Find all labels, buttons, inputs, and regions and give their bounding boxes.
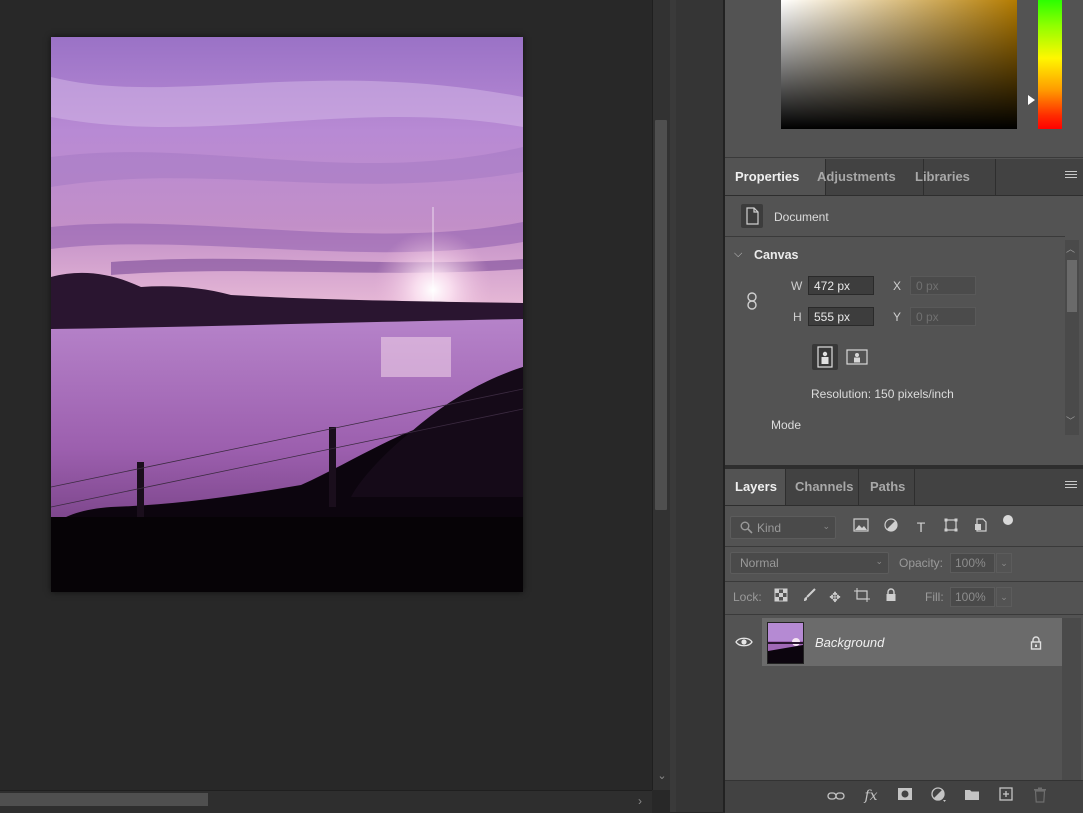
shape-layer-filter-icon[interactable] xyxy=(942,518,960,536)
landscape-orientation-icon[interactable] xyxy=(846,348,868,366)
scroll-down-arrow-icon[interactable]: ⌄ xyxy=(654,768,670,784)
width-label: W xyxy=(791,279,803,293)
add-mask-icon[interactable] xyxy=(895,787,915,805)
resolution-text: Resolution: 150 pixels/inch xyxy=(811,387,954,401)
chevron-down-icon: ⌄ xyxy=(875,556,883,566)
width-field[interactable]: 472 px xyxy=(808,276,874,295)
fill-label: Fill: xyxy=(925,590,944,604)
pixel-layer-filter-icon[interactable] xyxy=(852,518,870,536)
layer-row-background[interactable] xyxy=(762,618,1062,666)
y-label: Y xyxy=(893,310,902,324)
scroll-down-arrow-icon[interactable]: ﹀ xyxy=(1066,414,1075,427)
properties-scroll-thumb[interactable] xyxy=(1067,260,1077,312)
sunset-lake-photo xyxy=(51,37,523,592)
layer-lock-icon xyxy=(1029,635,1043,651)
divider xyxy=(725,546,1083,547)
smart-object-filter-icon[interactable] xyxy=(972,518,990,536)
opacity-label: Opacity: xyxy=(899,556,944,570)
layer-thumbnail[interactable] xyxy=(767,622,804,664)
link-dimensions-icon[interactable] xyxy=(746,291,758,314)
opacity-field[interactable]: 100% xyxy=(950,553,995,573)
type-layer-filter-icon[interactable]: T xyxy=(912,518,930,536)
x-label: X xyxy=(893,279,902,293)
scroll-right-arrow-icon[interactable]: › xyxy=(632,793,648,809)
tab-paths[interactable]: Paths xyxy=(860,469,915,505)
fill-field[interactable]: 100% xyxy=(950,587,995,607)
layer-style-fx-icon[interactable]: fx xyxy=(861,787,881,805)
panel-menu-icon[interactable] xyxy=(1065,171,1077,181)
layers-tab-bar: Layers Channels Paths xyxy=(725,469,1083,506)
fill-dropdown-icon[interactable]: ⌄ xyxy=(996,587,1012,607)
height-field[interactable]: 555 px xyxy=(808,307,874,326)
visibility-eye-icon[interactable] xyxy=(735,635,753,649)
layers-scrollbar[interactable] xyxy=(1062,618,1081,780)
canvas-vertical-scroll-thumb[interactable] xyxy=(655,120,667,510)
lock-image-pixels-icon[interactable] xyxy=(800,588,818,606)
new-layer-icon[interactable] xyxy=(996,787,1016,805)
chevron-down-icon[interactable]: ⌵ xyxy=(734,248,742,261)
delete-layer-trash-icon[interactable] xyxy=(1030,787,1050,805)
adjustment-layer-filter-icon[interactable] xyxy=(882,518,900,536)
lock-all-icon[interactable] xyxy=(882,588,900,606)
scroll-up-arrow-icon[interactable]: ︿ xyxy=(1066,242,1075,255)
blend-mode-value: Normal xyxy=(740,556,779,570)
filter-toggle-icon[interactable] xyxy=(1003,515,1013,525)
search-icon xyxy=(740,521,753,534)
tab-channels[interactable]: Channels xyxy=(785,469,859,505)
y-field[interactable]: 0 px xyxy=(910,307,976,326)
hue-slider-marker-icon[interactable] xyxy=(1028,95,1035,105)
divider xyxy=(725,236,1065,237)
lock-transparent-pixels-icon[interactable] xyxy=(772,588,790,606)
filter-kind-label: Kind xyxy=(757,521,782,535)
document-icon xyxy=(741,204,763,228)
new-adjustment-layer-icon[interactable] xyxy=(929,787,949,805)
tab-layers[interactable]: Layers xyxy=(725,469,786,505)
document-label: Document xyxy=(774,210,829,224)
opacity-dropdown-icon[interactable]: ⌄ xyxy=(996,553,1012,573)
lock-artboard-icon[interactable] xyxy=(853,588,871,606)
chevron-down-icon: ⌄ xyxy=(822,521,830,531)
divider xyxy=(725,581,1083,582)
properties-tab-bar: Properties Adjustments Libraries xyxy=(725,159,1083,196)
new-group-folder-icon[interactable] xyxy=(962,787,982,805)
x-field[interactable]: 0 px xyxy=(910,276,976,295)
color-saturation-brightness-field[interactable] xyxy=(781,0,1017,129)
lock-position-icon[interactable]: ✥ xyxy=(826,588,844,606)
layer-filter-select[interactable]: ⌄ xyxy=(730,516,836,539)
collapsed-panel-dock xyxy=(676,0,723,812)
color-hue-slider[interactable] xyxy=(1038,0,1062,129)
panel-menu-icon[interactable] xyxy=(1065,481,1077,491)
document-image[interactable] xyxy=(51,37,523,592)
divider xyxy=(725,614,1083,615)
layer-name[interactable]: Background xyxy=(815,635,884,650)
tab-libraries[interactable]: Libraries xyxy=(905,159,996,195)
link-layers-icon[interactable] xyxy=(826,787,846,805)
height-label: H xyxy=(793,310,802,324)
lock-label: Lock: xyxy=(733,590,762,604)
mode-label: Mode xyxy=(771,418,802,432)
canvas-horizontal-scroll-thumb[interactable] xyxy=(0,793,208,806)
portrait-orientation-icon[interactable] xyxy=(812,344,838,370)
canvas-section-heading[interactable]: Canvas xyxy=(754,248,798,262)
